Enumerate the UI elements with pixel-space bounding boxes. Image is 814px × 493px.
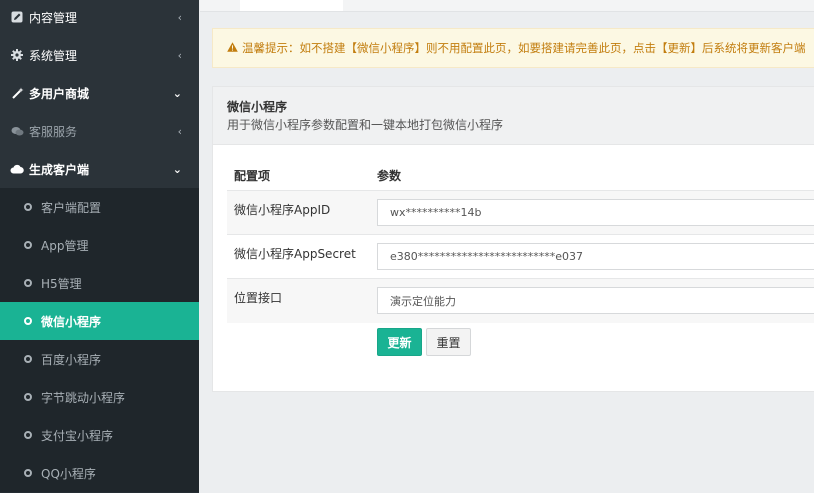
column-header-param: 参数 <box>377 169 402 183</box>
sidebar-subitem-qq-mini-program[interactable]: QQ小程序 <box>0 454 199 492</box>
chevron-down-icon: ⌄ <box>172 162 182 176</box>
chevron-left-icon: ‹ <box>177 48 182 62</box>
location-api-input[interactable]: 演示定位能力 <box>377 287 814 314</box>
row-label: 位置接口 <box>234 291 283 305</box>
sidebar-item-multi-user-mall[interactable]: 多用户商城 ⌄ <box>0 74 199 112</box>
row-label: 微信小程序AppID <box>234 203 331 217</box>
gear-icon <box>10 48 24 62</box>
sidebar-subitem-label: 百度小程序 <box>41 352 102 367</box>
sidebar-subitem-label: App管理 <box>41 238 89 253</box>
config-panel: 微信小程序 用于微信小程序参数配置和一键本地打包微信小程序 配置项 参数 微信小… <box>212 86 814 392</box>
chevron-down-icon: ⌄ <box>172 86 182 100</box>
circle-icon <box>24 279 32 287</box>
chat-icon <box>10 124 24 138</box>
table-row: 微信小程序AppID wx**********14b <box>227 190 814 235</box>
circle-icon <box>24 431 32 439</box>
panel-title: 微信小程序 <box>227 100 288 114</box>
main-content: 温馨提示：如不搭建【微信小程序】则不用配置此页，如要搭建请完善此页，点击【更新】… <box>200 0 814 493</box>
table-row: 位置接口 演示定位能力 <box>227 278 814 323</box>
table-row: 微信小程序AppSecret e380*********************… <box>227 234 814 279</box>
sidebar-item-content-management[interactable]: 内容管理 ‹ <box>0 0 199 36</box>
sidebar-subitem-alipay-mini-program[interactable]: 支付宝小程序 <box>0 416 199 454</box>
alert-text: 温馨提示：如不搭建【微信小程序】则不用配置此页，如要搭建请完善此页，点击【更新】… <box>242 41 806 55</box>
panel-subtitle: 用于微信小程序参数配置和一键本地打包微信小程序 <box>227 118 504 132</box>
warning-icon <box>227 41 238 55</box>
row-label: 微信小程序AppSecret <box>234 247 356 261</box>
sidebar-subitem-baidu-mini-program[interactable]: 百度小程序 <box>0 340 199 378</box>
appid-input[interactable]: wx**********14b <box>377 199 814 226</box>
edit-icon <box>10 10 24 24</box>
sidebar-subitem-label: 支付宝小程序 <box>41 428 114 443</box>
column-header-item: 配置项 <box>234 169 271 183</box>
sidebar-item-customer-service[interactable]: 客服服务 ‹ <box>0 112 199 150</box>
sidebar-item-generate-client[interactable]: 生成客户端 ⌄ <box>0 150 199 188</box>
magic-wand-icon <box>10 86 24 100</box>
circle-icon <box>24 469 32 477</box>
warning-alert: 温馨提示：如不搭建【微信小程序】则不用配置此页，如要搭建请完善此页，点击【更新】… <box>212 28 814 68</box>
cloud-icon <box>10 162 24 176</box>
tab-bar <box>200 0 814 12</box>
sidebar-subitem-label: QQ小程序 <box>41 466 96 481</box>
sidebar-item-label: 客服服务 <box>29 124 78 139</box>
sidebar-item-system-management[interactable]: 系统管理 ‹ <box>0 36 199 74</box>
circle-icon <box>24 203 32 211</box>
sidebar-item-label: 内容管理 <box>29 10 78 25</box>
tab-active[interactable] <box>240 0 343 11</box>
sidebar-subitem-app-management[interactable]: App管理 <box>0 226 199 264</box>
sidebar-item-label: 多用户商城 <box>29 86 90 101</box>
sidebar-item-label: 系统管理 <box>29 48 78 63</box>
sidebar-subitem-bytedance-mini-program[interactable]: 字节跳动小程序 <box>0 378 199 416</box>
circle-icon <box>24 393 32 401</box>
update-button[interactable]: 更新 <box>377 328 422 356</box>
sidebar-subitem-label: H5管理 <box>41 276 82 291</box>
sidebar-subitem-label: 字节跳动小程序 <box>41 390 126 405</box>
sidebar-subitem-label: 微信小程序 <box>41 314 102 329</box>
panel-header: 微信小程序 用于微信小程序参数配置和一键本地打包微信小程序 <box>213 87 814 145</box>
sidebar-subitem-wechat-mini-program[interactable]: 微信小程序 <box>0 302 199 340</box>
circle-icon <box>24 355 32 363</box>
sidebar-subitem-h5-management[interactable]: H5管理 <box>0 264 199 302</box>
chevron-left-icon: ‹ <box>177 10 182 24</box>
reset-button[interactable]: 重置 <box>426 328 471 356</box>
sidebar-subitem-client-config[interactable]: 客户端配置 <box>0 188 199 226</box>
circle-icon <box>24 317 32 325</box>
chevron-left-icon: ‹ <box>177 124 182 138</box>
circle-icon <box>24 241 32 249</box>
sidebar-item-label: 生成客户端 <box>29 162 90 177</box>
sidebar-subitem-label: 客户端配置 <box>41 200 102 215</box>
sidebar: 内容管理 ‹ 系统管理 ‹ 多用户商城 ⌄ 客服服务 ‹ 生成客户端 ⌄ 客户端… <box>0 0 199 493</box>
appsecret-input[interactable]: e380*************************e037 <box>377 243 814 270</box>
